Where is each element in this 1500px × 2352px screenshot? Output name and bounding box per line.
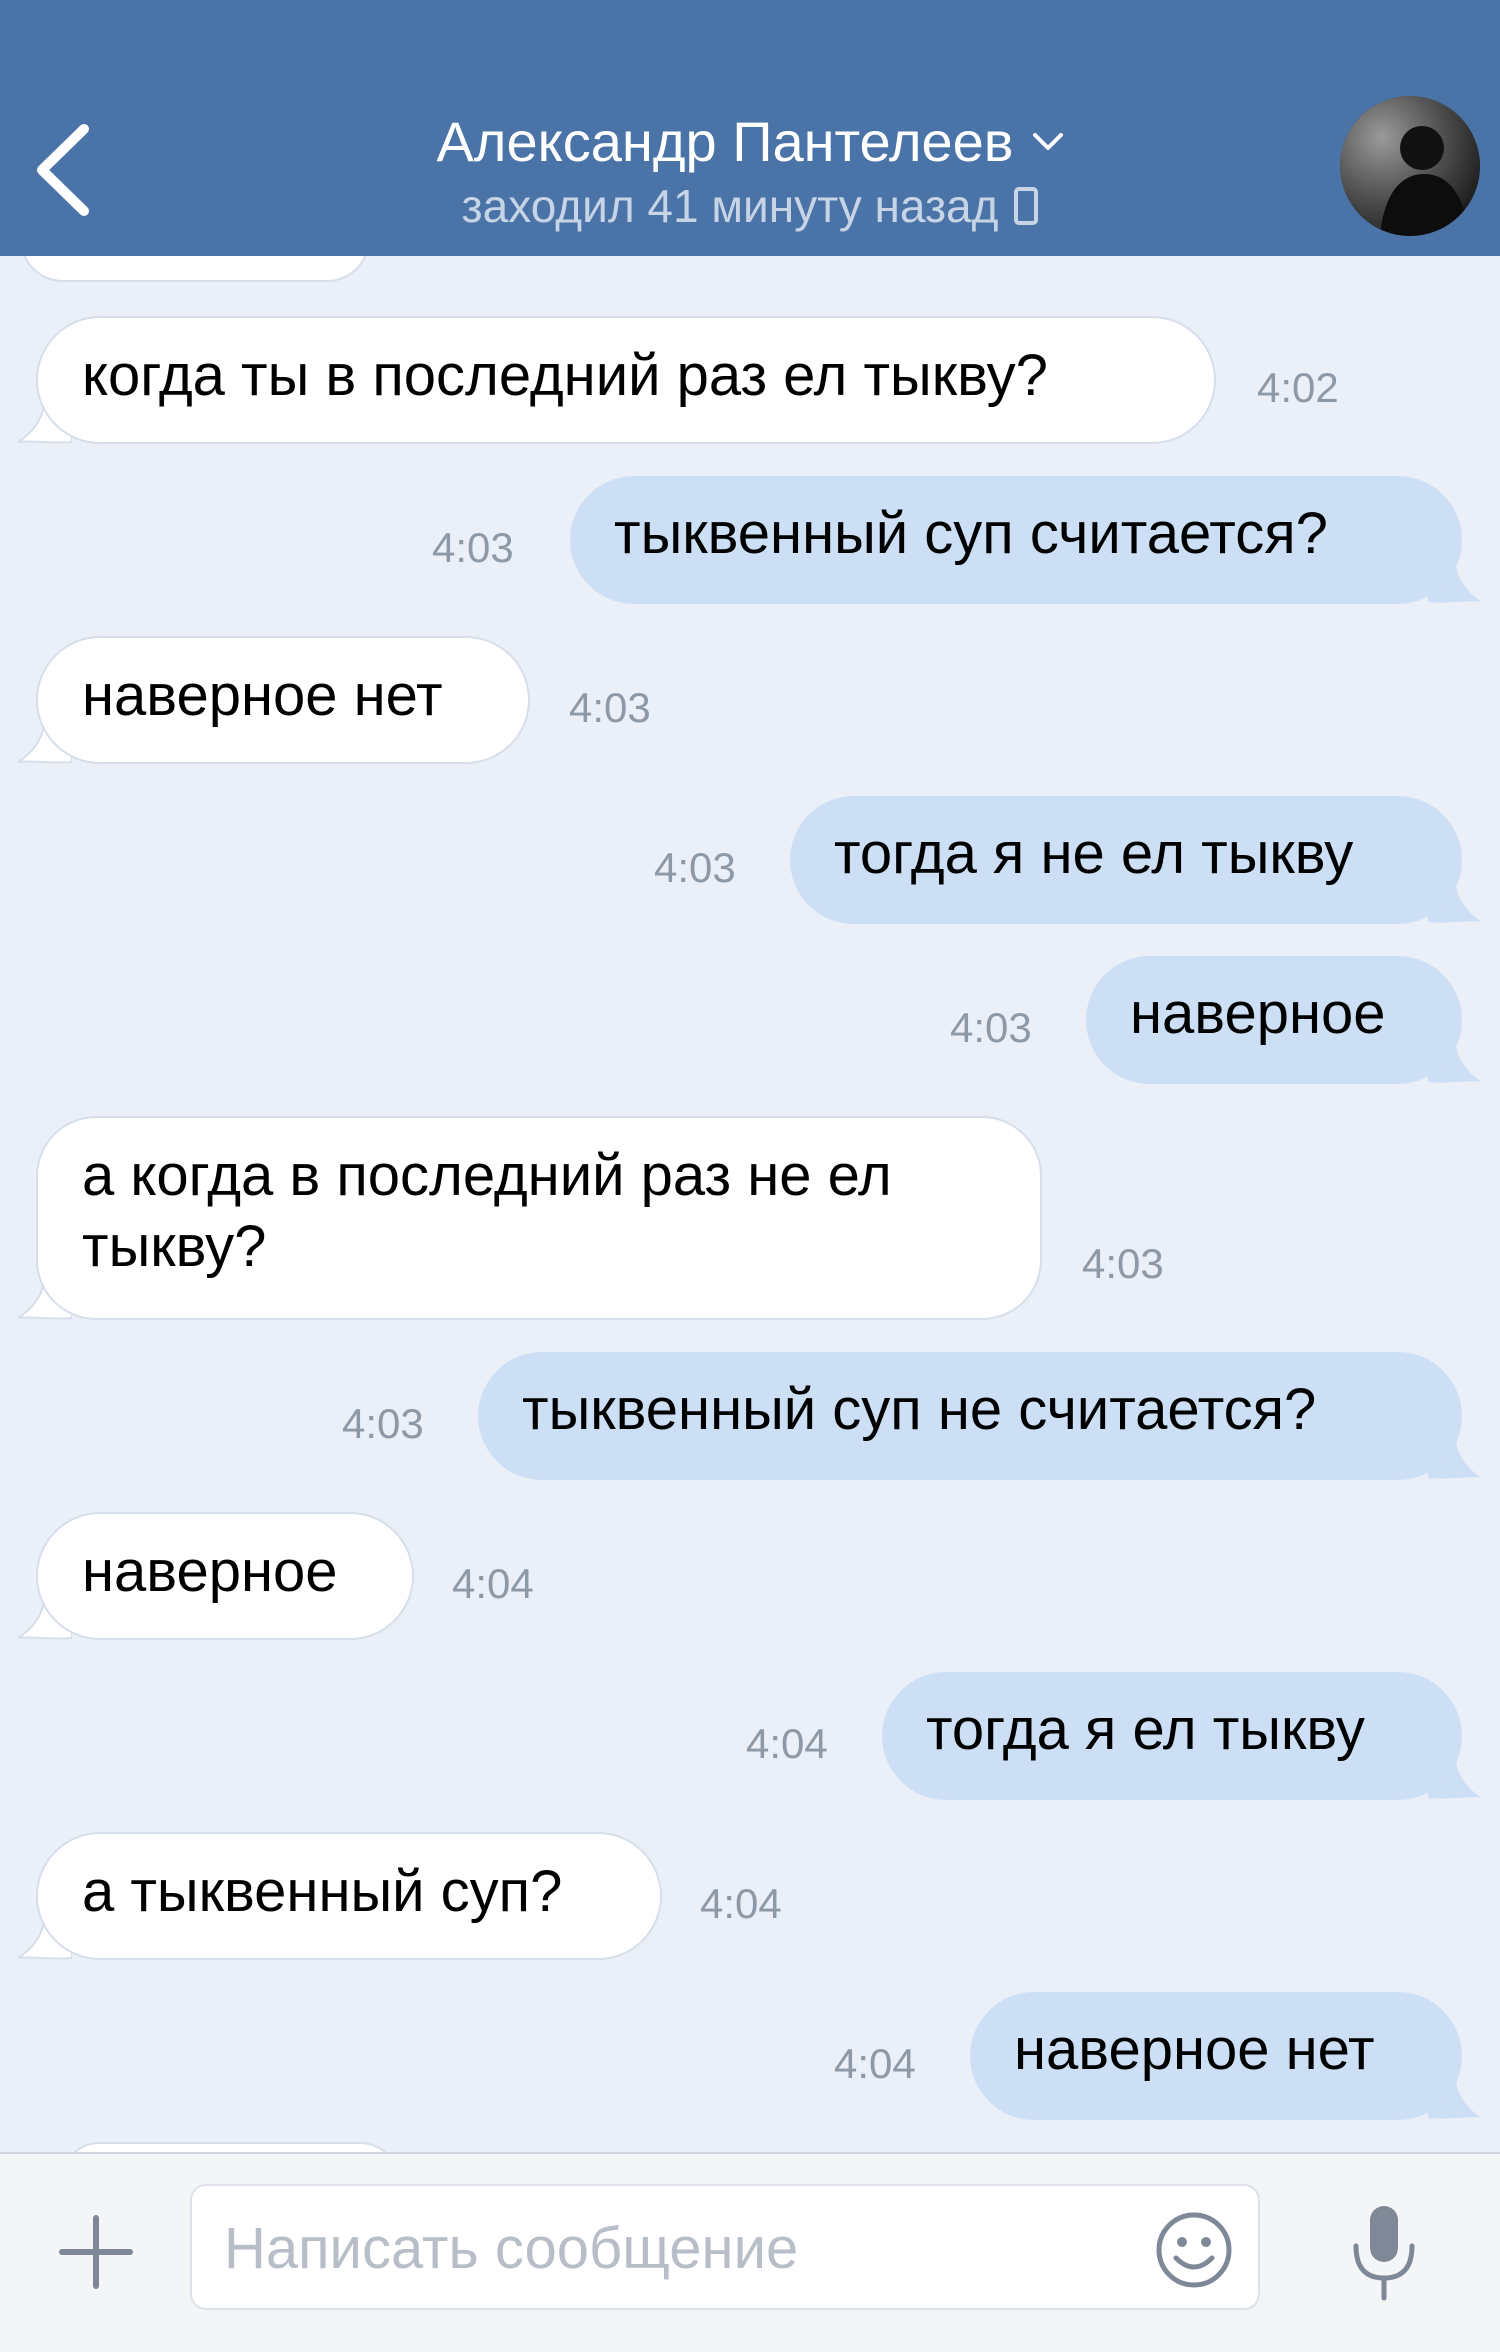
message-text-line: тыкву? xyxy=(82,1214,267,1279)
message-text-multiline: а когда в последний раз не ел тыкву? xyxy=(36,1116,1042,1320)
message-text: когда ты в последний раз ел тыкву? xyxy=(36,316,1216,444)
message-time: 4:03 xyxy=(569,684,651,731)
message-text: тыквенный суп считается? xyxy=(570,476,1462,604)
contact-title-button[interactable]: Александр Пантелеев xyxy=(436,108,1063,176)
message-time: 4:04 xyxy=(700,1880,782,1927)
message-text: тогда я ел тыкву xyxy=(882,1672,1462,1800)
contact-name: Александр Пантелеев xyxy=(436,110,1014,173)
message-input-container xyxy=(190,2184,1260,2310)
message-composer xyxy=(0,2152,1500,2352)
message-bubble-partial xyxy=(60,2142,400,2152)
back-arrow-icon xyxy=(37,124,89,216)
message-text-line: а когда в последний раз не ел xyxy=(82,1143,892,1208)
message-text: наверное xyxy=(1086,956,1462,1084)
message-time: 4:03 xyxy=(432,524,514,571)
back-button[interactable] xyxy=(26,115,106,225)
plus-icon xyxy=(59,2215,133,2289)
avatar-photo xyxy=(1340,96,1480,236)
message-time: 4:02 xyxy=(1257,364,1339,411)
message-text: наверное нет xyxy=(970,1992,1462,2120)
message-time: 4:03 xyxy=(1082,1240,1164,1287)
attach-button[interactable] xyxy=(48,2204,144,2300)
message-time: 4:04 xyxy=(452,1560,534,1607)
message-time: 4:03 xyxy=(342,1400,424,1447)
message-text: наверное xyxy=(36,1512,414,1640)
chevron-down-icon xyxy=(1032,133,1063,150)
message-time: 4:04 xyxy=(746,1720,828,1767)
avatar[interactable] xyxy=(1340,96,1480,236)
microphone-icon xyxy=(1353,2206,1415,2301)
message-text: наверное нет xyxy=(36,636,530,764)
message-input[interactable] xyxy=(222,2186,1106,2310)
message-text: тогда я не ел тыкву xyxy=(790,796,1462,924)
emoji-icon xyxy=(1156,2212,1232,2288)
message-list[interactable]: когда ты в последний раз ел тыкву? 4:02 … xyxy=(0,256,1500,2152)
chat-header: Александр Пантелеев заходил 41 минуту на… xyxy=(0,0,1500,256)
phone-icon xyxy=(1014,187,1039,225)
message-time: 4:03 xyxy=(950,1004,1032,1051)
emoji-button[interactable] xyxy=(1152,2208,1236,2292)
message-time: 4:03 xyxy=(654,844,736,891)
message-time: 4:04 xyxy=(834,2040,916,2087)
voice-message-button[interactable] xyxy=(1340,2200,1428,2304)
message-text: а тыквенный суп? xyxy=(36,1832,662,1960)
message-text: тыквенный суп не считается? xyxy=(478,1352,1462,1480)
last-seen-status: заходил 41 минуту назад xyxy=(461,180,999,232)
contact-info: Александр Пантелеев заходил 41 минуту на… xyxy=(250,108,1250,236)
message-bubble-partial xyxy=(20,256,370,282)
